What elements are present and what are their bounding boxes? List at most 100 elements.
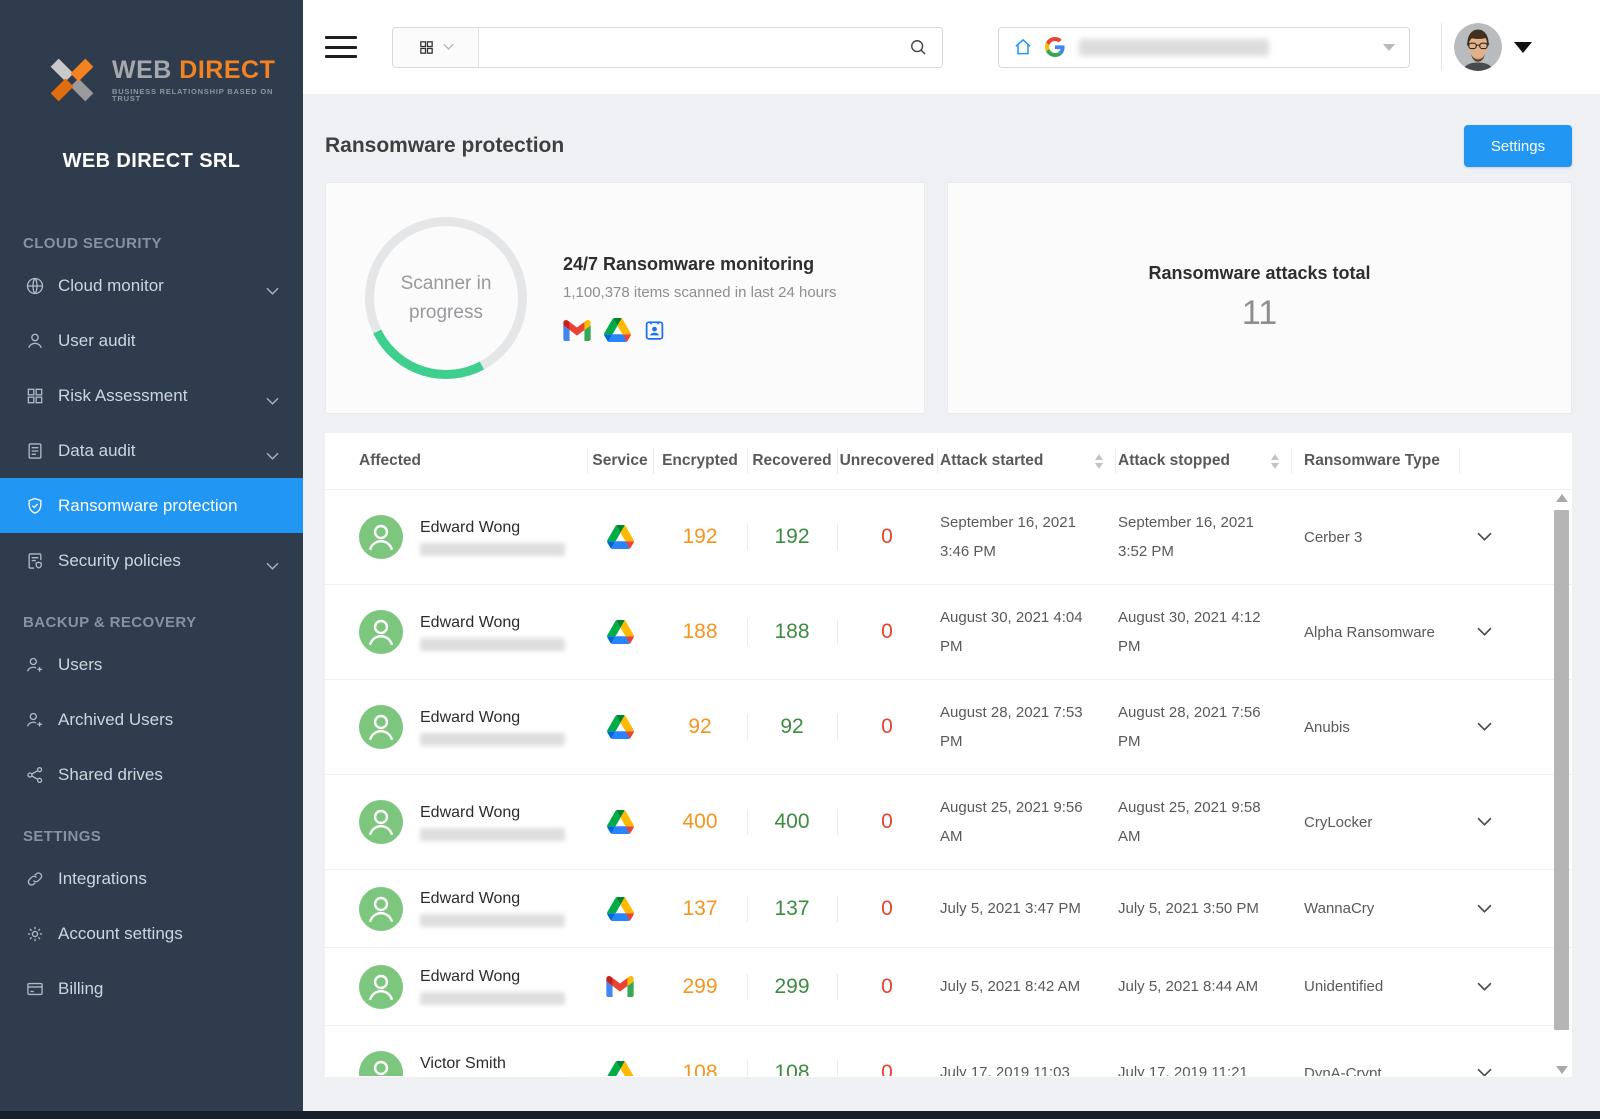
affected-user-name: Edward Wong bbox=[420, 804, 565, 822]
expand-row-chevron-icon[interactable] bbox=[1477, 1068, 1492, 1076]
sidebar-item-label: Billing bbox=[58, 979, 103, 999]
google-drive-icon bbox=[607, 525, 634, 549]
gmail-icon bbox=[563, 320, 591, 341]
attacks-total-card: Ransomware attacks total 11 bbox=[947, 182, 1572, 414]
sidebar-item-risk-assessment[interactable]: Risk Assessment bbox=[0, 368, 303, 423]
company-name: WEB DIRECT SRL bbox=[0, 150, 303, 173]
chevron-down-icon bbox=[266, 281, 279, 290]
sidebar-item-cloud-monitor[interactable]: Cloud monitor bbox=[0, 258, 303, 313]
search-icon[interactable] bbox=[908, 37, 928, 57]
nav-section-title: CLOUD SECURITY bbox=[0, 235, 303, 258]
home-icon bbox=[1013, 37, 1033, 57]
sidebar-item-integrations[interactable]: Integrations bbox=[0, 851, 303, 906]
sidebar-item-label: Users bbox=[58, 655, 102, 675]
brand-logo: WEB DIRECT BUSINESS RELATIONSHIP BASED O… bbox=[0, 0, 303, 108]
gmail-icon bbox=[606, 976, 634, 997]
user-avatar-icon bbox=[359, 887, 403, 931]
affected-user-name: Edward Wong bbox=[420, 968, 565, 986]
nav-section-backup-recovery: BACKUP & RECOVERY Users Archived Users S… bbox=[0, 614, 303, 802]
monitored-services bbox=[563, 318, 837, 342]
google-drive-icon bbox=[607, 810, 634, 834]
shield-check-icon bbox=[25, 496, 45, 516]
share-nodes-icon bbox=[25, 765, 45, 785]
table-row: Edward Wong 92 92 0 August 28, 2021 7:53… bbox=[325, 680, 1572, 775]
page-content: Ransomware protection Settings Scanner i… bbox=[303, 94, 1600, 1119]
attack-started-date: August 30, 2021 4:04 PM bbox=[937, 585, 1115, 679]
redacted-email bbox=[420, 992, 565, 1005]
nav-section-title: BACKUP & RECOVERY bbox=[0, 614, 303, 637]
brand-word-direct: DIRECT bbox=[179, 56, 275, 84]
settings-button[interactable]: Settings bbox=[1464, 125, 1572, 167]
topbar bbox=[303, 0, 1600, 94]
sort-icon[interactable] bbox=[1271, 454, 1279, 469]
app-window: WEB DIRECT BUSINESS RELATIONSHIP BASED O… bbox=[0, 0, 1600, 1119]
redacted-email bbox=[420, 914, 565, 927]
hamburger-menu-button[interactable] bbox=[325, 34, 357, 60]
sidebar-item-ransomware-protection[interactable]: Ransomware protection bbox=[0, 478, 303, 533]
chevron-down-icon bbox=[1383, 44, 1395, 51]
sidebar-nav: CLOUD SECURITY Cloud monitor User audit … bbox=[0, 235, 303, 1042]
brand-wordmark: WEB DIRECT BUSINESS RELATIONSHIP BASED O… bbox=[112, 58, 303, 103]
scrollbar-thumb[interactable] bbox=[1554, 510, 1569, 1030]
sidebar-item-shared-drives[interactable]: Shared drives bbox=[0, 747, 303, 802]
expand-row-chevron-icon[interactable] bbox=[1477, 722, 1492, 732]
sidebar: WEB DIRECT BUSINESS RELATIONSHIP BASED O… bbox=[0, 0, 303, 1119]
unrecovered-count: 0 bbox=[837, 948, 937, 1025]
expand-row-chevron-icon[interactable] bbox=[1477, 627, 1492, 637]
sort-icon[interactable] bbox=[1095, 454, 1103, 469]
page-header: Ransomware protection Settings bbox=[325, 125, 1572, 167]
redacted-email bbox=[420, 638, 565, 651]
sidebar-item-label: Security policies bbox=[58, 551, 181, 571]
sidebar-item-label: User audit bbox=[58, 331, 135, 351]
ransomware-type: WannaCry bbox=[1291, 870, 1459, 947]
page-title: Ransomware protection bbox=[325, 134, 564, 158]
sidebar-item-label: Integrations bbox=[58, 869, 147, 889]
sidebar-item-account-settings[interactable]: Account settings bbox=[0, 906, 303, 961]
sidebar-item-label: Ransomware protection bbox=[58, 496, 238, 516]
ransomware-type: CryLocker bbox=[1291, 775, 1459, 869]
expand-row-chevron-icon[interactable] bbox=[1477, 982, 1492, 992]
grid-icon bbox=[25, 386, 45, 406]
unrecovered-count: 0 bbox=[837, 585, 937, 679]
affected-user-name: Edward Wong bbox=[420, 519, 565, 537]
scroll-up-arrow[interactable] bbox=[1556, 494, 1568, 502]
column-header-ransomware-type: Ransomware Type bbox=[1291, 433, 1459, 489]
sidebar-item-user-audit[interactable]: User audit bbox=[0, 313, 303, 368]
table-row: Edward Wong 400 400 0 August 25, 2021 9:… bbox=[325, 775, 1572, 870]
attack-stopped-date: July 5, 2021 3:50 PM bbox=[1115, 870, 1291, 947]
nav-section-cloud-security: CLOUD SECURITY Cloud monitor User audit … bbox=[0, 235, 303, 588]
expand-row-chevron-icon[interactable] bbox=[1477, 817, 1492, 827]
ransomware-type: Unidentified bbox=[1291, 948, 1459, 1025]
google-drive-icon bbox=[607, 715, 634, 739]
column-header-actions bbox=[1459, 433, 1572, 489]
search-scope-selector[interactable] bbox=[393, 28, 479, 67]
column-header-attack-stopped: Attack stopped bbox=[1115, 433, 1291, 489]
user-menu[interactable] bbox=[1454, 23, 1600, 71]
encrypted-count: 137 bbox=[653, 870, 747, 947]
sidebar-item-security-policies[interactable]: Security policies bbox=[0, 533, 303, 588]
sidebar-item-data-audit[interactable]: Data audit bbox=[0, 423, 303, 478]
domain-selector[interactable] bbox=[998, 27, 1410, 68]
search-input[interactable] bbox=[479, 28, 908, 67]
user-menu-caret-icon[interactable] bbox=[1514, 42, 1532, 53]
avatar[interactable] bbox=[1454, 23, 1502, 71]
document-list-icon bbox=[25, 441, 45, 461]
user-icon bbox=[25, 331, 45, 351]
table-row: Victor Smith 108 108 0 July 17, 2019 11:… bbox=[325, 1026, 1572, 1076]
scroll-down-arrow[interactable] bbox=[1556, 1066, 1568, 1074]
expand-row-chevron-icon[interactable] bbox=[1477, 532, 1492, 542]
sidebar-item-archived-users[interactable]: Archived Users bbox=[0, 692, 303, 747]
sidebar-item-label: Cloud monitor bbox=[58, 276, 164, 296]
expand-row-chevron-icon[interactable] bbox=[1477, 904, 1492, 914]
nav-section-settings: SETTINGS Integrations Account settings B… bbox=[0, 828, 303, 1016]
apps-grid-icon bbox=[418, 39, 435, 56]
affected-user-name: Edward Wong bbox=[420, 890, 565, 908]
monitoring-card: Scanner in progress 24/7 Ransomware moni… bbox=[325, 182, 925, 414]
encrypted-count: 188 bbox=[653, 585, 747, 679]
sidebar-item-billing[interactable]: Billing bbox=[0, 961, 303, 1016]
column-header-service: Service bbox=[587, 433, 653, 489]
sidebar-item-users[interactable]: Users bbox=[0, 637, 303, 692]
column-header-unrecovered: Unrecovered bbox=[837, 433, 937, 489]
scanner-status: Scanner in progress bbox=[391, 269, 501, 328]
google-drive-icon bbox=[607, 897, 634, 921]
